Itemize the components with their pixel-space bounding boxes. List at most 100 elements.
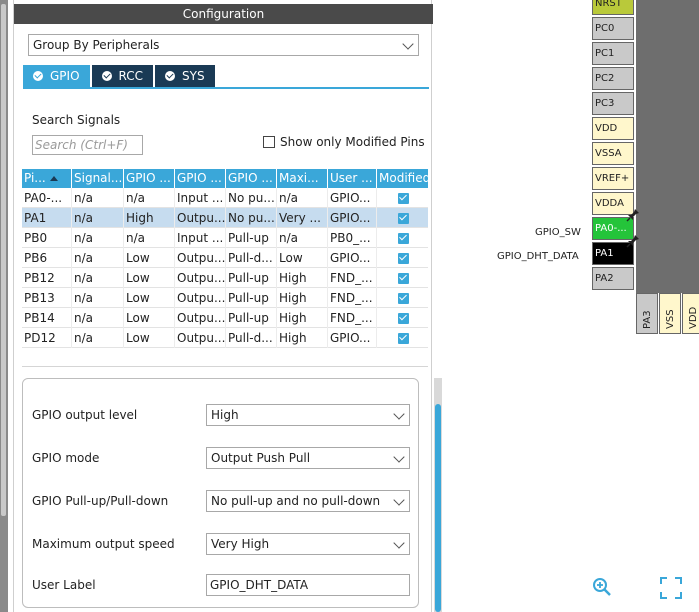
table-cell: High xyxy=(124,208,175,228)
modified-checkbox[interactable] xyxy=(398,272,409,284)
group-by-select[interactable]: Group By Peripherals xyxy=(28,34,419,56)
check-circle-icon xyxy=(165,71,176,81)
column-header-gpio-pull[interactable]: GPIO ... xyxy=(226,169,277,188)
panel-splitter[interactable] xyxy=(22,366,428,367)
pin-pc2[interactable]: PC2 xyxy=(592,67,634,90)
checkbox-box[interactable] xyxy=(263,136,275,148)
tab-gpio[interactable]: GPIO xyxy=(23,65,90,87)
column-header-modified[interactable]: Modified xyxy=(377,169,428,188)
search-input[interactable]: Search (Ctrl+F) xyxy=(32,135,143,155)
table-cell: Pull-up xyxy=(226,228,277,248)
table-header: Pi... Signal... GPIO ... GPIO ... GPIO .… xyxy=(22,169,428,188)
configuration-panel: Configuration Group By Peripherals GPIO … xyxy=(13,0,442,612)
pin-bottom-vss[interactable]: VSS xyxy=(659,293,681,334)
table-cell: n/a xyxy=(72,268,124,288)
modified-checkbox[interactable] xyxy=(398,252,409,264)
table-cell: PB6 xyxy=(22,248,72,268)
table-row[interactable]: PB0 n/a n/a Input ... Pull-up n/a PB0_... xyxy=(22,228,428,248)
table-cell: n/a xyxy=(72,188,124,208)
table-cell: No pu... xyxy=(226,208,277,228)
table-row[interactable]: PA0-... n/a n/a Input ... No pu... n/a GPIO... xyxy=(22,188,428,208)
pin-label: VSS xyxy=(665,309,676,329)
modified-checkbox[interactable] xyxy=(398,292,409,304)
column-header-signal[interactable]: Signal... xyxy=(72,169,124,188)
gpio-pull-select[interactable]: No pull-up and no pull-down xyxy=(206,490,410,512)
gpio-output-level-label: GPIO output level xyxy=(32,408,138,422)
modified-checkbox[interactable] xyxy=(398,212,409,224)
table-cell: FND_... xyxy=(328,268,377,288)
tab-sys[interactable]: SYS xyxy=(155,65,215,87)
pin-pa2[interactable]: PA2 xyxy=(592,267,634,290)
table-cell: PB0 xyxy=(22,228,72,248)
pin-pc1[interactable]: PC1 xyxy=(592,42,634,65)
pin-pc0[interactable]: PC0 xyxy=(592,17,634,40)
max-output-speed-select[interactable]: Very High xyxy=(206,533,410,555)
modified-cell xyxy=(377,248,428,268)
user-label-label: User Label xyxy=(32,578,96,592)
pin-properties-panel: GPIO output level High GPIO mode Output … xyxy=(22,378,419,608)
modified-cell xyxy=(377,308,428,328)
gpio-mode-label: GPIO mode xyxy=(32,451,100,465)
table-row[interactable]: PB6 n/a Low Outpu... Pull-d... Low GPIO... xyxy=(22,248,428,268)
table-cell: PB14 xyxy=(22,308,72,328)
table-cell: Outpu... xyxy=(175,288,226,308)
table-row[interactable]: PA1 n/a High Outpu... No pu... Very ... GPIO..… xyxy=(22,208,428,228)
user-label-input[interactable]: GPIO_DHT_DATA xyxy=(206,574,410,596)
property-row: User Label GPIO_DHT_DATA xyxy=(23,574,420,598)
modified-checkbox[interactable] xyxy=(398,232,409,244)
gpio-output-level-select[interactable]: High xyxy=(206,404,410,426)
table-row[interactable]: PB12 n/a Low Outpu... Pull-up High FND_... xyxy=(22,268,428,288)
modified-cell xyxy=(377,228,428,248)
column-header-gpio-output[interactable]: GPIO ... xyxy=(124,169,175,188)
pin-label: VDD xyxy=(688,306,699,329)
pin-vssa[interactable]: VSSA xyxy=(592,142,634,165)
column-header-gpio-mode[interactable]: GPIO ... xyxy=(175,169,226,188)
pin-pc3[interactable]: PC3 xyxy=(592,92,634,115)
chevron-down-icon xyxy=(393,537,405,549)
pin-vref-[interactable]: VREF+ xyxy=(592,167,634,190)
modified-checkbox[interactable] xyxy=(398,312,409,324)
table-cell: Low xyxy=(124,248,175,268)
pin-nrst[interactable]: NRST xyxy=(592,0,634,15)
table-cell: Very ... xyxy=(277,208,328,228)
table-cell: Pull-up xyxy=(226,268,277,288)
modified-checkbox[interactable] xyxy=(398,332,409,344)
table-row[interactable]: PB14 n/a Low Outpu... Pull-up High FND_... xyxy=(22,308,428,328)
table-cell: Pull-d... xyxy=(226,328,277,348)
table-cell: n/a xyxy=(277,188,328,208)
tab-rcc[interactable]: RCC xyxy=(91,65,154,87)
pin-vdd[interactable]: VDD xyxy=(592,117,634,140)
table-cell: Low xyxy=(124,308,175,328)
modified-cell xyxy=(377,328,428,348)
table-cell: Low xyxy=(124,328,175,348)
select-value: Output Push Pull xyxy=(211,451,311,465)
left-scrollbar[interactable] xyxy=(0,0,8,612)
table-row[interactable]: PB13 n/a Low Outpu... Pull-up High FND_... xyxy=(22,288,428,308)
zoom-in-icon[interactable] xyxy=(592,577,612,597)
column-header-label: GPIO ... xyxy=(177,171,222,185)
show-modified-checkbox[interactable]: Show only Modified Pins xyxy=(263,135,425,149)
column-header-user-label[interactable]: User ... xyxy=(328,169,377,188)
modified-cell xyxy=(377,188,428,208)
table-cell: n/a xyxy=(72,328,124,348)
column-header-pin[interactable]: Pi... xyxy=(22,169,72,188)
pushpin-icon xyxy=(626,209,639,222)
tab-underline xyxy=(23,87,429,89)
properties-scrollbar[interactable] xyxy=(434,378,442,612)
table-cell: n/a xyxy=(72,308,124,328)
pin-bottom-vdd[interactable]: VDD xyxy=(682,293,699,334)
modified-checkbox[interactable] xyxy=(398,192,409,204)
properties-scrollbar-thumb[interactable] xyxy=(435,404,441,612)
fit-to-screen-icon[interactable] xyxy=(660,577,682,599)
pin-bottom-pa3[interactable]: PA3 xyxy=(636,293,658,334)
table-cell: GPIO... xyxy=(328,248,377,268)
column-header-max-speed[interactable]: Maxi... xyxy=(277,169,328,188)
left-scrollbar-thumb[interactable] xyxy=(1,4,6,516)
table-row[interactable]: PD12 n/a Low Outpu... Pull-d... High GPIO... xyxy=(22,328,428,348)
gpio-mode-select[interactable]: Output Push Pull xyxy=(206,447,410,469)
property-row: GPIO Pull-up/Pull-down No pull-up and no… xyxy=(23,490,420,514)
table-cell: PB12 xyxy=(22,268,72,288)
chevron-down-icon xyxy=(393,451,405,463)
table-cell: PB13 xyxy=(22,288,72,308)
table-cell: High xyxy=(277,328,328,348)
